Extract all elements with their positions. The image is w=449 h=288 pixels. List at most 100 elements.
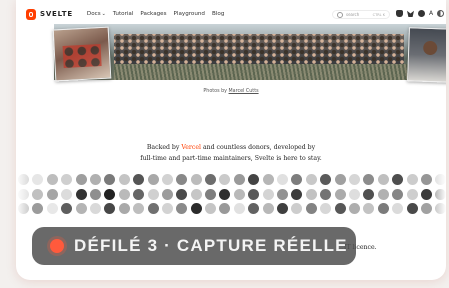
donor-avatar[interactable]	[75, 188, 87, 200]
donor-avatar[interactable]	[277, 174, 289, 185]
nav-link-blog[interactable]: Blog	[212, 11, 224, 17]
community-group-photo	[54, 24, 446, 80]
donor-avatar[interactable]	[161, 203, 173, 214]
donor-avatar[interactable]	[406, 188, 418, 200]
donor-avatar[interactable]	[348, 203, 360, 214]
donor-avatar[interactable]	[89, 188, 101, 200]
nav-link-playground[interactable]: Playground	[174, 11, 205, 17]
donor-avatar[interactable]	[205, 188, 217, 200]
donor-avatar[interactable]	[133, 174, 145, 185]
donor-avatar[interactable]	[205, 174, 217, 185]
donor-avatar[interactable]	[104, 188, 116, 200]
donor-avatar[interactable]	[377, 188, 389, 200]
donor-avatar[interactable]	[61, 203, 73, 214]
donor-avatar[interactable]	[147, 203, 159, 214]
donor-avatar[interactable]	[320, 203, 332, 214]
donor-avatar[interactable]	[248, 203, 260, 214]
donor-avatar[interactable]	[363, 174, 375, 185]
donor-avatar[interactable]	[46, 188, 58, 200]
bluesky-icon[interactable]	[407, 10, 414, 17]
donor-avatar[interactable]	[61, 174, 73, 185]
search-input[interactable]: search CTRL K	[332, 10, 390, 19]
donor-avatar[interactable]	[420, 188, 432, 200]
donor-avatar[interactable]	[233, 188, 245, 200]
donor-avatar[interactable]	[133, 188, 145, 200]
donor-avatar[interactable]	[248, 188, 260, 200]
donor-avatar[interactable]	[190, 174, 202, 185]
donor-avatar[interactable]	[291, 188, 303, 200]
donor-avatar[interactable]	[305, 188, 317, 200]
donor-avatar[interactable]	[392, 188, 404, 200]
donor-avatar[interactable]	[262, 174, 274, 185]
donor-avatar[interactable]	[133, 203, 145, 214]
svelte-logo-icon	[26, 8, 36, 20]
donor-avatar[interactable]	[262, 188, 274, 200]
donor-avatar[interactable]	[104, 174, 116, 185]
donor-avatar[interactable]	[118, 188, 130, 200]
donor-avatar[interactable]	[392, 203, 404, 214]
donor-avatar[interactable]	[61, 188, 73, 200]
donor-avatar[interactable]	[190, 188, 202, 200]
donor-avatar[interactable]	[406, 203, 418, 214]
donor-avatar[interactable]	[32, 188, 44, 200]
donor-avatar[interactable]	[348, 174, 360, 185]
donor-avatar[interactable]	[147, 188, 159, 200]
donor-avatar[interactable]	[89, 203, 101, 214]
donor-avatar[interactable]	[291, 203, 303, 214]
donor-avatar[interactable]	[118, 203, 130, 214]
donor-avatar[interactable]	[176, 174, 188, 185]
nav-link-tutorial[interactable]: Tutorial	[113, 11, 134, 17]
donor-avatar[interactable]	[190, 203, 202, 214]
donor-avatar[interactable]	[176, 203, 188, 214]
discord-icon[interactable]	[396, 10, 403, 17]
donor-avatar[interactable]	[46, 174, 58, 185]
donor-avatar[interactable]	[75, 174, 87, 185]
donor-avatar[interactable]	[161, 174, 173, 185]
donor-avatar[interactable]	[104, 203, 116, 214]
donor-avatar[interactable]	[46, 203, 58, 214]
donor-avatar[interactable]	[334, 174, 346, 185]
language-icon[interactable]: A	[429, 10, 433, 17]
donor-avatar[interactable]	[32, 174, 44, 185]
github-icon[interactable]	[418, 10, 425, 17]
donor-avatar[interactable]	[305, 203, 317, 214]
donor-avatar[interactable]	[233, 174, 245, 185]
donor-avatar[interactable]	[118, 174, 130, 185]
donor-avatar[interactable]	[233, 203, 245, 214]
donor-avatar[interactable]	[334, 203, 346, 214]
nav-link-docs[interactable]: Docs ⌄	[87, 11, 106, 17]
donor-avatar[interactable]	[420, 174, 432, 185]
donor-avatar[interactable]	[219, 203, 231, 214]
donor-avatar[interactable]	[420, 203, 432, 214]
donor-avatar[interactable]	[320, 188, 332, 200]
donor-avatar[interactable]	[320, 174, 332, 185]
photo-credit-link[interactable]: Marcel Cutts	[229, 89, 259, 94]
donor-avatar[interactable]	[147, 174, 159, 185]
donor-avatar[interactable]	[377, 174, 389, 185]
donor-avatar[interactable]	[392, 174, 404, 185]
donor-avatar[interactable]	[248, 174, 260, 185]
svelte-logo[interactable]: SVELTE	[26, 8, 73, 20]
donor-avatar[interactable]	[262, 203, 274, 214]
donor-avatar[interactable]	[406, 174, 418, 185]
donor-avatar[interactable]	[363, 203, 375, 214]
donor-avatar[interactable]	[305, 174, 317, 185]
donor-avatar[interactable]	[363, 188, 375, 200]
donor-avatar[interactable]	[277, 203, 289, 214]
vercel-link[interactable]: Vercel	[181, 144, 201, 151]
donor-avatar[interactable]	[161, 188, 173, 200]
nav-link-packages[interactable]: Packages	[140, 11, 166, 17]
donor-avatar[interactable]	[219, 174, 231, 185]
donor-avatar[interactable]	[277, 188, 289, 200]
donor-avatar[interactable]	[32, 203, 44, 214]
donor-avatar[interactable]	[334, 188, 346, 200]
donor-avatar[interactable]	[75, 203, 87, 214]
donor-avatar[interactable]	[205, 203, 217, 214]
donor-avatar[interactable]	[377, 203, 389, 214]
donor-avatar[interactable]	[176, 188, 188, 200]
donor-avatar[interactable]	[291, 174, 303, 185]
donor-avatar[interactable]	[348, 188, 360, 200]
theme-toggle-icon[interactable]	[437, 10, 445, 17]
donor-avatar[interactable]	[219, 188, 231, 200]
donor-avatar[interactable]	[89, 174, 101, 185]
